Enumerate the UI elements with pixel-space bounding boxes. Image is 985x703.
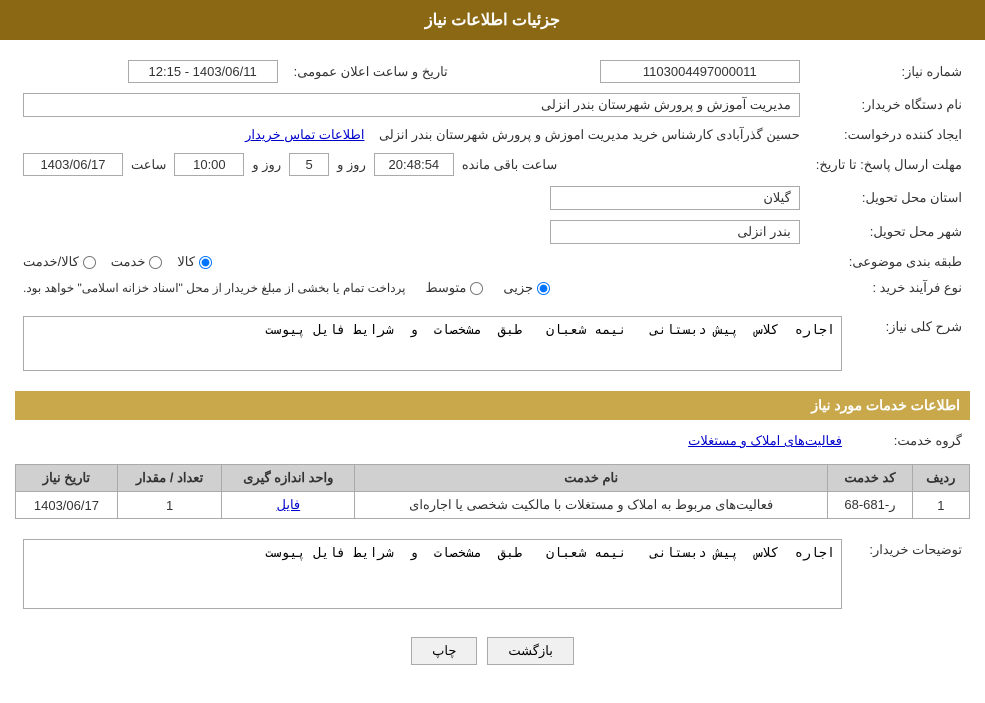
label-city: شهر محل تحویل: (808, 215, 970, 249)
cell-code: ر-681-68 (828, 492, 913, 519)
label-time: ساعت (131, 157, 166, 173)
public-announce-value: 1403/06/11 - 12:15 (128, 60, 278, 83)
label-public-announce: تاریخ و ساعت اعلان عمومی: (286, 55, 456, 88)
category-goods[interactable]: کالا (177, 254, 212, 270)
category-service-radio[interactable] (149, 256, 162, 269)
purchase-type-medium-label: متوسط (426, 280, 467, 296)
col-header-row: ردیف (912, 465, 969, 492)
label-category: طبقه بندی موضوعی: (808, 249, 970, 275)
services-section-title: اطلاعات خدمات مورد نیاز (15, 391, 970, 420)
purchase-type-partial-radio[interactable] (537, 282, 550, 295)
service-group-link[interactable]: فعالیت‌های املاک و مستغلات (688, 433, 842, 448)
creator-contact-link[interactable]: اطلاعات تماس خریدار (245, 127, 364, 142)
label-need-description: شرح کلی نیاز: (850, 311, 970, 379)
cell-unit[interactable]: فایل (222, 492, 355, 519)
label-province: استان محل تحویل: (808, 181, 970, 215)
col-header-name: نام خدمت (355, 465, 828, 492)
category-goods-service[interactable]: کالا/خدمت (23, 254, 96, 270)
label-days: روز و (252, 157, 281, 173)
category-goods-service-label: کالا/خدمت (23, 254, 79, 270)
category-service[interactable]: خدمت (111, 254, 163, 270)
col-header-code: کد خدمت (828, 465, 913, 492)
cell-qty: 1 (117, 492, 221, 519)
category-goods-label: کالا (177, 254, 195, 270)
label-service-group: گروه خدمت: (850, 428, 970, 454)
category-goods-service-radio[interactable] (83, 256, 96, 269)
creator-name: حسین گذرآبادی کارشناس خرید مدیریت اموزش … (379, 127, 800, 142)
need-number-value: 1103004497000011 (600, 60, 800, 83)
buttons-row: بازگشت چاپ (15, 637, 970, 665)
need-description-textarea[interactable] (23, 316, 842, 371)
label-time2: روز و (337, 157, 366, 173)
label-deadline: مهلت ارسال پاسخ: تا تاریخ: (808, 148, 970, 181)
table-row: 1 ر-681-68 فعالیت‌های مربوط به املاک و م… (16, 492, 970, 519)
label-purchase-type: نوع فرآیند خرید : (808, 275, 970, 301)
page-header: جزئیات اطلاعات نیاز (0, 0, 985, 40)
deadline-remaining: 20:48:54 (374, 153, 454, 176)
purchase-note: پرداخت تمام یا بخشی از مبلغ خریدار از مح… (23, 281, 406, 295)
label-need-number: شماره نیاز: (808, 55, 970, 88)
col-header-date: تاریخ نیاز (16, 465, 118, 492)
back-button[interactable]: بازگشت (487, 637, 573, 665)
deadline-date: 1403/06/17 (23, 153, 123, 176)
col-header-unit: واحد اندازه گیری (222, 465, 355, 492)
buyer-org-value: مدیریت آموزش و پرورش شهرستان بندر انزلی (23, 93, 800, 117)
print-button[interactable]: چاپ (411, 637, 477, 665)
purchase-type-partial[interactable]: جزیی (503, 280, 550, 296)
deadline-days: 5 (289, 153, 329, 176)
category-service-label: خدمت (111, 254, 146, 270)
remaining-suffix: ساعت باقی مانده (462, 157, 557, 173)
label-creator: ایجاد کننده درخواست: (808, 122, 970, 148)
label-buyer-notes: توضیحات خریدار: (850, 534, 970, 617)
label-buyer-org: نام دستگاه خریدار: (808, 88, 970, 122)
purchase-type-medium[interactable]: متوسط (426, 280, 484, 296)
buyer-notes-textarea[interactable] (23, 539, 842, 609)
city-value: بندر انزلی (550, 220, 800, 244)
purchase-type-medium-radio[interactable] (470, 282, 483, 295)
deadline-time: 10:00 (174, 153, 244, 176)
col-header-qty: تعداد / مقدار (117, 465, 221, 492)
province-value: گیلان (550, 186, 800, 210)
purchase-type-partial-label: جزیی (503, 280, 533, 296)
category-goods-radio[interactable] (199, 256, 212, 269)
cell-row: 1 (912, 492, 969, 519)
cell-date: 1403/06/17 (16, 492, 118, 519)
cell-name: فعالیت‌های مربوط به املاک و مستغلات با م… (355, 492, 828, 519)
